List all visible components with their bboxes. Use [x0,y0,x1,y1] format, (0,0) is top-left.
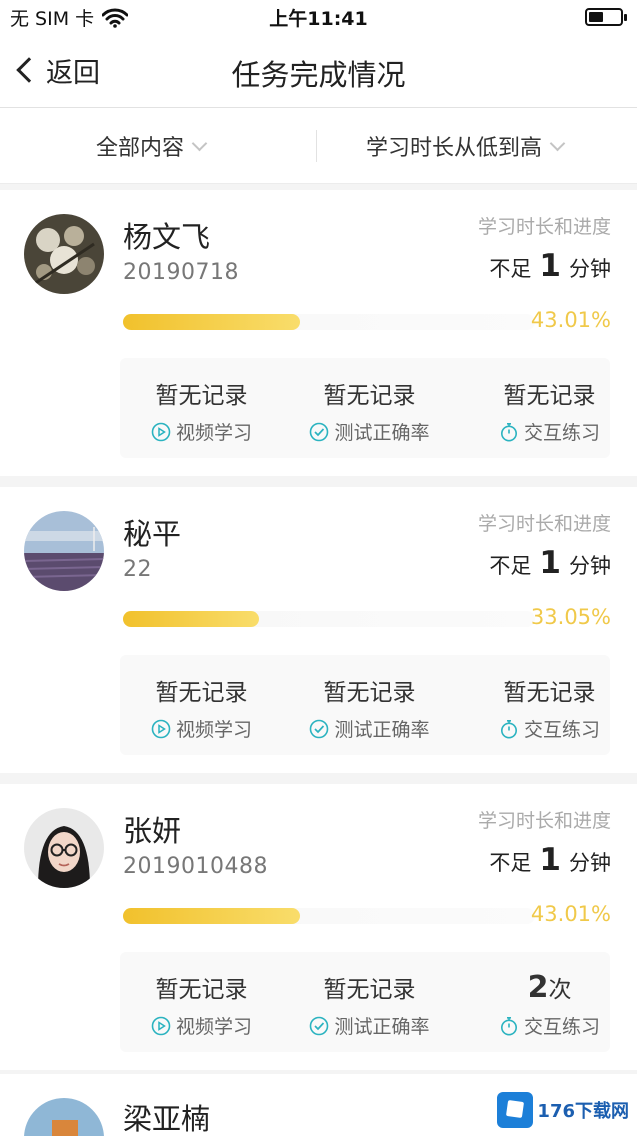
stat-video[interactable]: 暂无记录 视频学习 [120,358,283,458]
duration-label: 学习时长和进度 [477,810,611,832]
battery-icon [585,8,627,26]
stat-practice[interactable]: 暂无记录 交互练习 [468,655,631,755]
avatar [24,214,104,294]
stat-value-number: 2 [527,970,549,1005]
duration-value: 1 [539,248,561,284]
duration-unit: 分钟 [569,257,611,281]
check-circle-icon [310,422,329,441]
stat-label: 交互练习 [523,1016,600,1038]
student-name: 秘平 [123,517,182,551]
avatar [24,808,104,888]
duration-prefix: 不足 [489,257,532,281]
progress-bar [123,314,535,330]
duration-prefix: 不足 [489,851,532,875]
student-name: 杨文飞 [123,220,211,254]
student-id: 2019010488 [123,854,268,879]
stat-value: 暂无记录 [155,383,248,409]
student-card[interactable]: 秘平 22 学习时长和进度 不足 1 分钟 33.05% 暂无记录 视频学习 暂… [0,487,637,773]
progress-percent: 43.01% [530,308,611,332]
stat-label: 测试正确率 [334,719,430,741]
stat-label: 测试正确率 [334,1016,430,1038]
stat-practice[interactable]: 暂无记录 交互练习 [468,358,631,458]
progress-percent: 43.01% [530,902,611,926]
play-circle-icon [151,1016,171,1035]
progress-bar [123,908,535,924]
filter-divider [316,130,317,162]
stat-video[interactable]: 暂无记录 视频学习 [120,952,283,1052]
duration-unit: 分钟 [569,554,611,578]
study-duration: 不足 1 分钟 [489,545,611,581]
duration-label: 学习时长和进度 [477,513,611,535]
stat-value: 暂无记录 [323,383,416,409]
duration-label: 学习时长和进度 [477,216,611,238]
progress-percent: 33.05% [530,605,611,629]
stat-label: 交互练习 [523,422,600,444]
study-duration: 不足 1 分钟 [489,248,611,284]
stat-label: 测试正确率 [334,422,430,444]
content-filter-dropdown[interactable]: 全部内容 [96,108,208,184]
stats-panel: 暂无记录 视频学习 暂无记录 测试正确率 2次 交互练习 [120,952,610,1052]
stat-label: 视频学习 [175,719,252,741]
duration-prefix: 不足 [489,554,532,578]
check-circle-icon [310,719,329,738]
chevron-down-icon [191,135,208,151]
stopwatch-icon [500,719,517,738]
stat-value: 暂无记录 [323,977,416,1003]
watermark-text: 176下载网 [537,1101,629,1122]
stat-video[interactable]: 暂无记录 视频学习 [120,655,283,755]
stat-value: 暂无记录 [323,680,416,706]
stat-value: 暂无记录 [155,977,248,1003]
student-card[interactable]: 杨文飞 20190718 学习时长和进度 不足 1 分钟 43.01% 暂无记录… [0,190,637,476]
play-circle-icon [151,422,171,441]
sort-label: 学习时长从低到高 [366,136,543,161]
stat-test[interactable]: 暂无记录 测试正确率 [288,358,451,458]
avatar [24,511,104,591]
student-name: 梁亚楠 [123,1102,211,1136]
duration-unit: 分钟 [569,851,611,875]
stat-test[interactable]: 暂无记录 测试正确率 [288,655,451,755]
stat-label: 视频学习 [175,1016,252,1038]
stat-label: 视频学习 [175,422,252,444]
watermark-logo-icon [497,1092,534,1128]
study-duration: 不足 1 分钟 [489,842,611,878]
duration-value: 1 [539,545,561,581]
stat-test[interactable]: 暂无记录 测试正确率 [288,952,451,1052]
progress-bar [123,611,535,627]
status-time: 上午11:41 [269,8,368,30]
stat-practice[interactable]: 2次 交互练习 [468,952,631,1052]
status-bar: 无 SIM 卡 上午11:41 [0,0,637,34]
nav-bar: 返回 任务完成情况 [0,34,637,108]
play-circle-icon [151,719,171,738]
stat-value: 暂无记录 [155,680,248,706]
progress-fill [123,908,301,924]
stat-label: 交互练习 [523,719,600,741]
chevron-down-icon [549,135,566,151]
duration-value: 1 [539,842,561,878]
stat-value-unit: 次 [548,977,572,1003]
stopwatch-icon [500,422,517,441]
stats-panel: 暂无记录 视频学习 暂无记录 测试正确率 暂无记录 交互练习 [120,358,610,458]
student-name: 张妍 [123,814,182,848]
stat-value: 暂无记录 [503,383,596,409]
page-title: 任务完成情况 [231,58,406,92]
watermark: 176下载网 [497,1092,629,1128]
progress-fill [123,611,260,627]
content-filter-label: 全部内容 [96,136,185,161]
stopwatch-icon [500,1016,517,1035]
progress-fill [123,314,301,330]
student-card[interactable]: 张妍 2019010488 学习时长和进度 不足 1 分钟 43.01% 暂无记… [0,784,637,1070]
stat-value: 暂无记录 [503,680,596,706]
stat-value: 2次 [468,970,631,1005]
student-id: 22 [123,557,152,582]
avatar [24,1098,104,1136]
filter-bar: 全部内容 学习时长从低到高 [0,108,637,184]
student-id: 20190718 [123,260,239,285]
stats-panel: 暂无记录 视频学习 暂无记录 测试正确率 暂无记录 交互练习 [120,655,610,755]
sort-dropdown[interactable]: 学习时长从低到高 [366,108,566,184]
check-circle-icon [310,1016,329,1035]
